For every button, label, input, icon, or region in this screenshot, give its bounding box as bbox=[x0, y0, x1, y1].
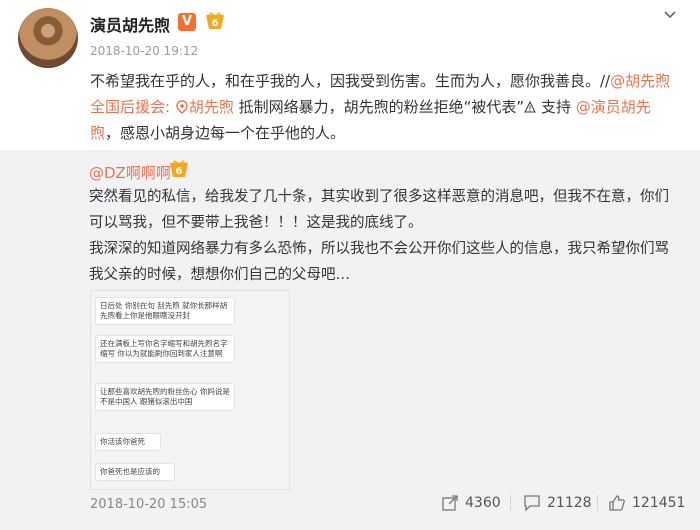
like-icon bbox=[609, 495, 625, 511]
svg-text:6: 6 bbox=[212, 18, 219, 29]
share-count: 4360 bbox=[465, 495, 501, 511]
vip-level-6-icon: 6 bbox=[170, 160, 188, 177]
message-bubble: 日后处 你别在句 刮先煦 就你长那样胡先煦看上你是他眼瞎没开封 bbox=[95, 297, 235, 325]
vip-level-6-icon: 6 bbox=[206, 12, 224, 29]
chevron-down-icon[interactable] bbox=[660, 5, 680, 25]
divider bbox=[597, 495, 598, 511]
post-text-part: 抵制网络暴力，胡先煦的粉丝拒绝“被代表” bbox=[233, 98, 525, 116]
warning-icon bbox=[524, 101, 536, 113]
author-name[interactable]: 演员胡先煦 bbox=[90, 12, 170, 36]
repost-timestamp[interactable]: 2018-10-20 15:05 bbox=[90, 497, 207, 512]
location-link[interactable]: 胡先煦 bbox=[175, 98, 234, 116]
repost-paragraph: 突然看见的私信，给我发了几十条，其实收到了很多这样恶意的消息吧，但我不在意，你们… bbox=[89, 189, 669, 231]
svg-text:6: 6 bbox=[176, 166, 183, 177]
post-content: 不希望我在乎的人，和在乎我的人，因我受到伤害。生而为人，愿你我善良。//@胡先煦… bbox=[90, 68, 680, 146]
share-icon bbox=[442, 495, 458, 511]
repost-paragraph: 我深深的知道网络暴力有多么恐怖，所以我也不会公开你们这些人的信息，我只希望你们骂… bbox=[89, 241, 669, 283]
like-button[interactable]: 121451 bbox=[608, 492, 688, 514]
divider bbox=[510, 495, 511, 511]
comment-icon bbox=[524, 495, 540, 512]
comment-count: 21128 bbox=[547, 495, 592, 511]
post-timestamp[interactable]: 2018-10-20 19:12 bbox=[90, 44, 198, 58]
post-text-part: ，感恩小胡身边每一个在乎他的人。 bbox=[105, 124, 346, 142]
repost-author-link[interactable]: @DZ啊啊啊 bbox=[89, 162, 171, 183]
screenshot-thumbnail[interactable]: 日后处 你别在句 刮先煦 就你长那样胡先煦看上你是他眼瞎没开封 还在满板上写你名… bbox=[90, 290, 290, 490]
like-count: 121451 bbox=[632, 495, 686, 511]
location-label: 胡先煦 bbox=[188, 98, 234, 116]
repost-content: 突然看见的私信，给我发了几十条，其实收到了很多这样恶意的消息吧，但我不在意，你们… bbox=[89, 184, 679, 288]
reposted-weibo: @DZ啊啊啊 6 突然看见的私信，给我发了几十条，其实收到了很多这样恶意的消息吧… bbox=[0, 150, 700, 530]
message-bubble: 还在满板上写你名字缩写和胡先煦名字缩写 你以为就能刷你回到家人注意啊 bbox=[95, 335, 235, 363]
verified-badge-icon: V bbox=[178, 13, 196, 31]
message-bubble: 让那些喜欢胡先煦的粉丝伤心 你妈说是不是中国人 跟猪似滚出中国 bbox=[95, 383, 235, 411]
weibo-post: 演员胡先煦 V 6 2018-10-20 19:12 不希望我在乎的人，和在乎我… bbox=[0, 0, 700, 530]
post-text-part: 不希望我在乎的人，和在乎我的人，因我受到伤害。生而为人，愿你我善良。// bbox=[90, 72, 611, 90]
avatar[interactable] bbox=[18, 8, 78, 68]
share-button[interactable]: 4360 bbox=[441, 492, 501, 514]
message-bubble: 你爸死也是应该的 bbox=[95, 463, 175, 481]
post-text-part: 支持 bbox=[536, 98, 571, 116]
location-pin-icon bbox=[176, 100, 188, 114]
message-bubble: 你活该你爸死 bbox=[95, 433, 161, 451]
comment-button[interactable]: 21128 bbox=[523, 492, 593, 514]
